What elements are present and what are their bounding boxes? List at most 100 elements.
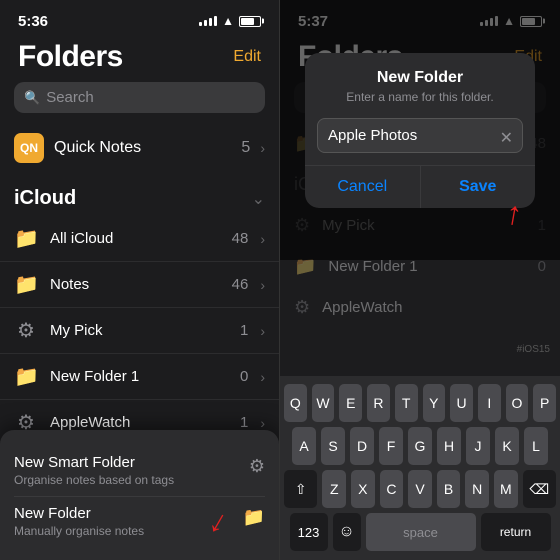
key-O[interactable]: O [506, 384, 529, 422]
search-icon-left: 🔍 [24, 90, 40, 106]
hashtag-label: #iOS15 [517, 344, 550, 355]
folder-row-notes[interactable]: 📁 Notes 46 › [0, 262, 279, 308]
folder-count-4: 1 [240, 414, 248, 431]
folder-label-0: All iCloud [50, 230, 220, 247]
search-bar-left[interactable]: 🔍 Search [14, 82, 265, 113]
icloud-title: iCloud [14, 187, 76, 210]
modal-input-row: ✕ [305, 112, 535, 165]
keyboard: Q W E R T Y U I O P A S D F G H J K L ⇧ … [280, 376, 560, 560]
modal-header: New Folder Enter a name for this folder. [305, 53, 535, 112]
popup-text-smart: New Smart Folder Organise notes based on… [14, 454, 235, 489]
quick-notes-icon: QN [14, 133, 44, 163]
icloud-section-header: iCloud ⌄ [0, 173, 279, 216]
quick-notes-row[interactable]: QN Quick Notes 5 › [0, 123, 279, 173]
modal-input[interactable] [317, 118, 523, 153]
key-emoji[interactable]: ☺ [333, 513, 361, 551]
keyboard-row-1: Q W E R T Y U I O P [284, 384, 556, 422]
modal-subtitle: Enter a name for this folder. [321, 90, 519, 104]
clear-icon[interactable]: ✕ [500, 128, 513, 148]
edit-button-left[interactable]: Edit [233, 48, 261, 66]
key-M[interactable]: M [494, 470, 518, 508]
folder-count-3: 0 [240, 368, 248, 385]
key-W[interactable]: W [312, 384, 335, 422]
left-panel: 5:36 ▲ Folders Edit 🔍 Search QN Quick No… [0, 0, 280, 560]
cancel-button[interactable]: Cancel [305, 166, 421, 208]
signal-icon [199, 16, 217, 26]
wifi-icon: ▲ [222, 14, 234, 28]
gear-icon-0: ⚙ [14, 318, 38, 343]
header-left: Folders Edit [0, 36, 279, 82]
keyboard-row-4: 123 ☺ space return [284, 513, 556, 551]
key-H[interactable]: H [437, 427, 461, 465]
search-placeholder-left: Search [46, 89, 94, 106]
key-return[interactable]: return [481, 513, 551, 551]
folder-row-mypick[interactable]: ⚙ My Pick 1 › [0, 308, 279, 354]
bg-row-4: ⚙ AppleWatch [280, 287, 560, 328]
popup-icon-gear: ⚙ [249, 456, 265, 477]
folder-label-4: AppleWatch [50, 414, 228, 431]
key-L[interactable]: L [524, 427, 548, 465]
status-bar-left: 5:36 ▲ [0, 0, 279, 36]
key-N[interactable]: N [465, 470, 489, 508]
folder-icon-0: 📁 [14, 226, 38, 251]
key-K[interactable]: K [495, 427, 519, 465]
key-T[interactable]: T [395, 384, 418, 422]
key-S[interactable]: S [321, 427, 345, 465]
key-G[interactable]: G [408, 427, 432, 465]
folder-icon-3: 📁 [14, 364, 38, 389]
right-panel: 5:37 ▲ Folders Edit 🔍 Search 📁 All iClou… [280, 0, 560, 560]
popup-item-smart-folder[interactable]: New Smart Folder Organise notes based on… [14, 446, 265, 497]
popup-desc-folder: Manually organise notes [14, 524, 229, 540]
modal-box: New Folder Enter a name for this folder.… [305, 53, 535, 208]
popup-icon-folder: 📁 [243, 507, 265, 528]
key-Y[interactable]: Y [423, 384, 446, 422]
key-F[interactable]: F [379, 427, 403, 465]
folder-icon-1: 📁 [14, 272, 38, 297]
key-shift[interactable]: ⇧ [284, 470, 317, 508]
modal-actions: Cancel Save [305, 165, 535, 208]
status-icons-left: ▲ [199, 14, 261, 28]
popup-desc-smart: Organise notes based on tags [14, 473, 235, 489]
key-B[interactable]: B [437, 470, 461, 508]
keyboard-row-3: ⇧ Z X C V B N M ⌫ [284, 470, 556, 508]
key-A[interactable]: A [292, 427, 316, 465]
key-J[interactable]: J [466, 427, 490, 465]
key-I[interactable]: I [478, 384, 501, 422]
keyboard-row-2: A S D F G H J K L [284, 427, 556, 465]
quick-notes-count: 5 [241, 139, 250, 157]
folder-row-all-icloud[interactable]: 📁 All iCloud 48 › [0, 216, 279, 262]
icloud-chevron[interactable]: ⌄ [252, 189, 265, 209]
quick-notes-chevron: › [260, 140, 265, 156]
folder-chevron-0: › [260, 231, 265, 247]
key-V[interactable]: V [408, 470, 432, 508]
folder-label-3: New Folder 1 [50, 368, 228, 385]
quick-notes-label: Quick Notes [54, 139, 231, 157]
key-Q[interactable]: Q [284, 384, 307, 422]
key-C[interactable]: C [380, 470, 404, 508]
key-space[interactable]: space [366, 513, 476, 551]
key-X[interactable]: X [351, 470, 375, 508]
modal-title: New Folder [321, 69, 519, 87]
folder-row-newfolder1[interactable]: 📁 New Folder 1 0 › [0, 354, 279, 400]
key-E[interactable]: E [339, 384, 362, 422]
time-left: 5:36 [18, 13, 48, 30]
battery-icon [239, 16, 261, 27]
folder-count-2: 1 [240, 322, 248, 339]
popup-text-folder: New Folder Manually organise notes [14, 505, 229, 540]
page-title-left: Folders [18, 40, 123, 74]
key-U[interactable]: U [450, 384, 473, 422]
folder-chevron-1: › [260, 277, 265, 293]
folder-label-2: My Pick [50, 322, 228, 339]
key-numbers[interactable]: 123 [290, 513, 328, 551]
folder-label-1: Notes [50, 276, 220, 293]
popup-title-smart: New Smart Folder [14, 454, 235, 471]
popup-title-folder: New Folder [14, 505, 229, 522]
key-Z[interactable]: Z [322, 470, 346, 508]
folder-count-0: 48 [232, 230, 249, 247]
folder-chevron-3: › [260, 369, 265, 385]
key-P[interactable]: P [533, 384, 556, 422]
key-R[interactable]: R [367, 384, 390, 422]
key-backspace[interactable]: ⌫ [523, 470, 556, 508]
folder-count-1: 46 [232, 276, 249, 293]
key-D[interactable]: D [350, 427, 374, 465]
